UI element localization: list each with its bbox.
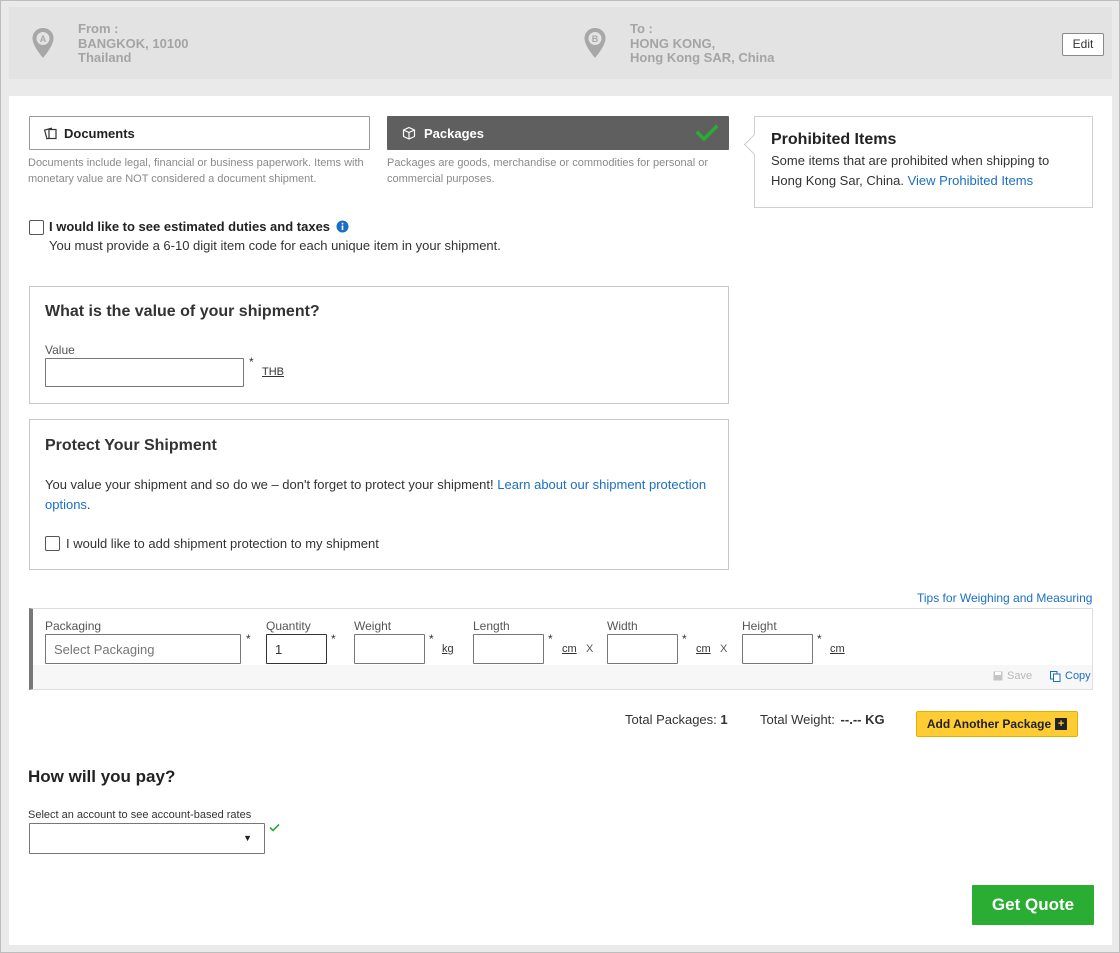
shipment-value-panel: What is the value of your shipment? Valu… <box>29 286 729 404</box>
packaging-required: * <box>246 632 251 646</box>
times-sign: X <box>586 643 594 655</box>
times-sign: X <box>720 643 728 655</box>
weight-input[interactable] <box>354 634 425 664</box>
package-icon <box>402 126 416 140</box>
svg-text:A: A <box>40 34 47 44</box>
add-another-package-button[interactable]: Add Another Package + <box>916 711 1078 737</box>
route-bar: A From : BANGKOK, 10100 Thailand B To : … <box>9 7 1112 79</box>
total-packages: Total Packages: 1 <box>625 712 728 727</box>
packaging-select[interactable] <box>45 634 241 664</box>
width-required: * <box>682 632 687 646</box>
info-icon[interactable] <box>336 220 349 233</box>
value-field-label: Value <box>45 343 75 357</box>
quantity-label: Quantity <box>266 619 311 633</box>
value-panel-title: What is the value of your shipment? <box>45 303 320 320</box>
weight-required: * <box>429 632 434 646</box>
prohibited-items-callout: Prohibited Items Some items that are pro… <box>754 116 1093 208</box>
account-select[interactable]: ▼ <box>29 823 265 854</box>
height-unit-link[interactable]: cm <box>830 643 845 655</box>
length-unit-link[interactable]: cm <box>562 643 577 655</box>
quantity-input[interactable] <box>266 634 327 664</box>
copy-icon <box>1050 670 1061 682</box>
height-label: Height <box>742 619 777 633</box>
page-frame: A From : BANGKOK, 10100 Thailand B To : … <box>0 0 1120 953</box>
documents-description: Documents include legal, financial or bu… <box>28 157 364 185</box>
save-icon <box>993 671 1003 681</box>
get-quote-button[interactable]: Get Quote <box>972 885 1094 925</box>
destination-pin-icon: B <box>584 28 606 58</box>
plus-icon: + <box>1055 718 1068 730</box>
width-unit-link[interactable]: cm <box>696 643 711 655</box>
to-city: HONG KONG, <box>630 36 716 51</box>
document-icon <box>44 127 57 140</box>
width-input[interactable] <box>607 634 678 664</box>
selected-check-icon <box>696 124 718 142</box>
from-label: From : <box>78 21 119 36</box>
packages-description: Packages are goods, merchandise or commo… <box>387 157 708 185</box>
height-input[interactable] <box>742 634 813 664</box>
package-row: Packaging * Quantity * Weight * kg Lengt… <box>29 608 1093 690</box>
documents-label: Documents <box>64 125 135 141</box>
copy-package-button[interactable]: Copy <box>1050 670 1091 682</box>
to-label: To : <box>630 21 653 36</box>
origin-pin-icon: A <box>32 28 54 58</box>
from-country: Thailand <box>78 50 132 65</box>
currency-link[interactable]: THB <box>262 366 284 378</box>
account-check-icon <box>269 823 280 832</box>
packages-option[interactable]: Packages <box>387 116 729 150</box>
length-required: * <box>548 632 553 646</box>
package-actions-bar: Save Copy <box>33 665 1092 689</box>
packaging-label: Packaging <box>45 619 102 633</box>
svg-text:B: B <box>592 34 599 44</box>
duties-note: You must provide a 6-10 digit item code … <box>49 238 501 253</box>
protect-text: You value your shipment and so do we – d… <box>45 477 707 512</box>
view-prohibited-items-link[interactable]: View Prohibited Items <box>908 173 1034 188</box>
value-required-mark: * <box>249 355 254 369</box>
payment-title: How will you pay? <box>28 767 176 786</box>
edit-route-button[interactable]: Edit <box>1062 33 1104 56</box>
documents-option[interactable]: Documents <box>29 116 370 150</box>
weight-unit-link[interactable]: kg <box>442 643 454 655</box>
total-weight: Total Weight: --.-- KG <box>760 712 885 727</box>
weight-label: Weight <box>354 619 392 633</box>
duties-checkbox[interactable] <box>29 220 44 235</box>
length-input[interactable] <box>473 634 544 664</box>
prohibited-text: Some items that are prohibited when ship… <box>771 153 1050 188</box>
width-label: Width <box>607 619 638 633</box>
protection-checkbox[interactable] <box>45 536 60 551</box>
save-package-button[interactable]: Save <box>993 670 1032 682</box>
quantity-required: * <box>331 632 336 646</box>
shipment-value-input[interactable] <box>45 358 244 387</box>
length-label: Length <box>473 619 510 633</box>
from-city: BANGKOK, 10100 <box>78 36 189 51</box>
shipment-form: Documents Documents include legal, finan… <box>9 96 1112 945</box>
packages-label: Packages <box>424 125 484 141</box>
height-required: * <box>817 632 822 646</box>
dropdown-caret-icon: ▼ <box>243 833 252 843</box>
protection-checkbox-label: I would like to add shipment protection … <box>66 536 379 551</box>
shipment-protection-panel: Protect Your Shipment You value your shi… <box>29 419 729 570</box>
prohibited-title: Prohibited Items <box>771 131 897 148</box>
protect-panel-title: Protect Your Shipment <box>45 437 217 454</box>
tips-weighing-link[interactable]: Tips for Weighing and Measuring <box>917 591 1092 605</box>
duties-label: I would like to see estimated duties and… <box>49 219 349 234</box>
to-country: Hong Kong SAR, China <box>630 50 775 65</box>
account-select-label: Select an account to see account-based r… <box>28 809 252 821</box>
